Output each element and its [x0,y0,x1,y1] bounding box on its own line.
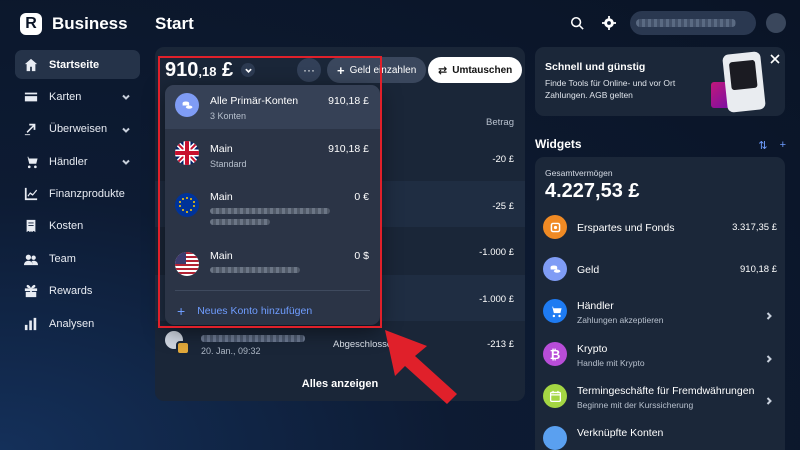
gear-icon[interactable] [598,12,620,34]
sidebar-item-rewards[interactable]: Rewards [15,277,140,306]
promo-banner[interactable]: Schnell und günstig Finde Tools für Onli… [535,47,785,116]
page-title: Start [155,14,194,33]
terminal-screen [728,59,758,91]
widget-row-name: Verknüpfte Konten [577,427,664,439]
exchange-button[interactable]: ⇄ Umtauschen [428,57,523,83]
chevron-down-icon [122,92,130,101]
widget-row-savings[interactable]: Erspartes und Fonds 3.317,35 £ [535,210,785,246]
view-all-button[interactable]: Alles anzeigen [155,367,525,401]
home-icon [24,58,38,72]
total-assets-value: 4.227,53 £ [545,180,640,202]
cart-icon [24,155,38,169]
chevron-down-icon [122,125,130,133]
tx-name-redacted [201,335,305,342]
widget-row-name: Erspartes und Fonds [577,222,675,234]
merchant-badge-icon [176,341,190,355]
sidebar-item-haendler[interactable]: Händler [15,147,140,176]
widget-row-merchant[interactable]: Händler Zahlungen akzeptieren [535,294,785,330]
sidebar-item-ueberweisen[interactable]: Überweisen [15,115,140,144]
total-assets-label: Gesamtvermögen [545,168,613,178]
widgets-actions: ⇅ + [758,139,786,152]
widget-row-sub: Beginne mit der Kurssicherung [577,400,694,410]
link-icon [543,426,567,450]
close-icon[interactable] [770,51,780,64]
sidebar-item-label: Überweisen [49,123,108,136]
promo-title: Schnell und günstig [545,61,646,73]
exchange-label: Umtauschen [452,64,513,76]
sidebar-item-karten[interactable]: Karten [15,82,140,111]
widget-row-name: Geld [577,264,600,276]
terminal-illustration [722,51,766,113]
tx-amount: -25 £ [492,201,514,212]
widget-row-fx-forwards[interactable]: Termingeschäfte für Fremdwährungen Begin… [535,379,785,415]
sidebar: Startseite Karten Überweisen Händler Fin… [15,50,140,342]
chevron-down-icon [122,157,130,166]
widget-row-name: Händler [577,300,614,312]
promo-text: Finde Tools für Online- und vor Ort Zahl… [545,78,676,100]
sidebar-item-kosten[interactable]: Kosten [15,212,140,241]
tx-date: 20. Jan., 09:32 [201,346,261,356]
add-widget-icon[interactable]: + [780,139,786,152]
widget-row-crypto[interactable]: ₿ Krypto Handle mit Krypto [535,337,785,373]
account-name-redacted [636,19,736,27]
widgets-title: Widgets [535,137,582,151]
tx-amount: -20 £ [492,154,514,165]
search-icon[interactable] [566,12,588,34]
widget-row-money[interactable]: Geld 910,18 £ [535,252,785,288]
coins-icon [543,257,567,281]
card-icon [24,90,38,104]
sidebar-item-label: Startseite [49,58,100,71]
highlight-box [158,56,382,328]
widget-row-value: 910,18 £ [740,264,777,275]
exchange-icon: ⇄ [438,64,448,77]
widget-row-sub: Handle mit Krypto [577,358,645,368]
sidebar-item-label: Analysen [49,317,95,330]
widget-row-linked-accounts[interactable]: Verknüpfte Konten [535,421,785,450]
topbar-actions [566,11,786,35]
widget-row-name: Krypto [577,343,608,355]
team-icon [24,252,38,266]
receipt-icon [24,219,38,233]
tx-amount: -1.000 £ [479,247,514,258]
widget-row-name: Termingeschäfte für Fremdwährungen [577,385,755,397]
sidebar-item-label: Rewards [49,285,93,298]
column-header-amount: Betrag [486,117,514,128]
chevron-right-icon [765,392,773,405]
avatar[interactable] [766,13,786,33]
sidebar-item-label: Team [49,252,76,265]
annotation-arrow [385,330,457,404]
widget-row-sub: Zahlungen akzeptieren [577,315,664,325]
chart-icon [24,187,38,201]
chevron-right-icon [765,350,773,363]
calendar-icon [543,384,567,408]
tx-amount: -213 £ [487,339,514,350]
sidebar-item-label: Karten [49,90,82,103]
sidebar-item-finanzprodukte[interactable]: Finanzprodukte [15,180,140,209]
sidebar-item-label: Finanzprodukte [49,188,125,201]
sidebar-item-analysen[interactable]: Analysen [15,309,140,338]
chevron-right-icon [765,307,773,320]
app-logo[interactable]: R Business [20,13,128,35]
widgets-card: Gesamtvermögen 4.227,53 £ Erspartes und … [535,157,785,450]
savings-icon [543,215,567,239]
app-name: Business [52,14,128,33]
gift-icon [24,284,38,298]
bar-chart-icon [24,317,38,331]
sidebar-item-team[interactable]: Team [15,244,140,273]
bitcoin-icon: ₿ [543,342,567,366]
account-switcher[interactable] [630,11,756,35]
sidebar-item-label: Händler [49,155,88,168]
sidebar-item-startseite[interactable]: Startseite [15,50,140,79]
logo-mark: R [20,13,42,35]
cart-icon [543,299,567,323]
transfer-icon [24,122,38,136]
sort-icon[interactable]: ⇅ [758,139,767,152]
sidebar-item-label: Kosten [49,220,84,233]
tx-amount: -1.000 £ [479,294,514,305]
widget-row-value: 3.317,35 £ [732,222,777,233]
